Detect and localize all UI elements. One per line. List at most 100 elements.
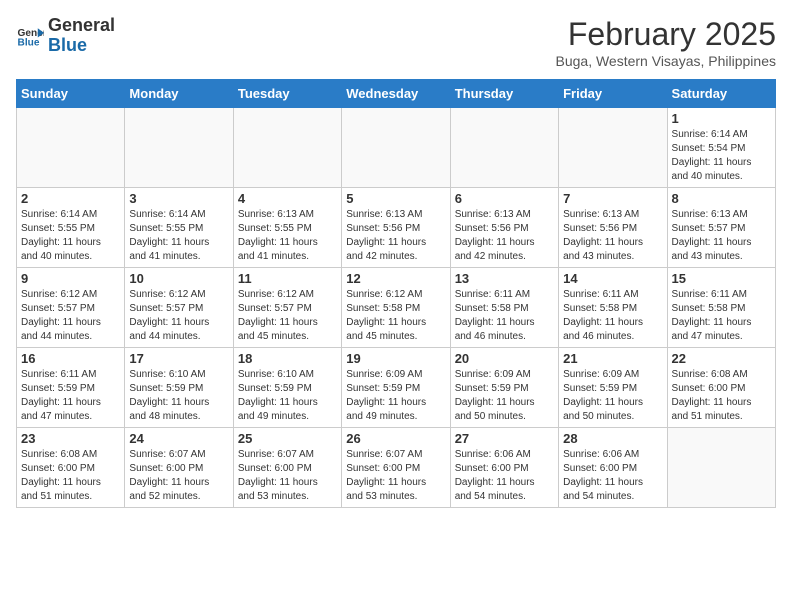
- day-number: 25: [238, 431, 337, 446]
- day-info: Sunrise: 6:11 AM Sunset: 5:58 PM Dayligh…: [563, 288, 662, 344]
- day-info: Sunrise: 6:14 AM Sunset: 5:54 PM Dayligh…: [672, 128, 771, 184]
- weekday-header: Sunday: [17, 80, 125, 108]
- day-info: Sunrise: 6:12 AM Sunset: 5:57 PM Dayligh…: [129, 288, 228, 344]
- calendar-day-cell: 24 Sunrise: 6:07 AM Sunset: 6:00 PM Dayli…: [125, 428, 233, 508]
- svg-text:Blue: Blue: [18, 37, 40, 48]
- day-number: 23: [21, 431, 120, 446]
- day-info: Sunrise: 6:13 AM Sunset: 5:56 PM Dayligh…: [346, 208, 445, 264]
- day-number: 4: [238, 191, 337, 206]
- day-number: 9: [21, 271, 120, 286]
- day-info: Sunrise: 6:12 AM Sunset: 5:58 PM Dayligh…: [346, 288, 445, 344]
- day-number: 6: [455, 191, 554, 206]
- day-info: Sunrise: 6:07 AM Sunset: 6:00 PM Dayligh…: [346, 448, 445, 504]
- day-number: 18: [238, 351, 337, 366]
- calendar-day-cell: 13 Sunrise: 6:11 AM Sunset: 5:58 PM Dayli…: [450, 268, 558, 348]
- logo: General Blue General Blue: [16, 16, 115, 56]
- day-info: Sunrise: 6:12 AM Sunset: 5:57 PM Dayligh…: [238, 288, 337, 344]
- logo-text: General Blue: [48, 16, 115, 56]
- calendar-day-cell: 20 Sunrise: 6:09 AM Sunset: 5:59 PM Dayli…: [450, 348, 558, 428]
- calendar-day-cell: 9 Sunrise: 6:12 AM Sunset: 5:57 PM Daylig…: [17, 268, 125, 348]
- weekday-header: Saturday: [667, 80, 775, 108]
- calendar-header-row: SundayMondayTuesdayWednesdayThursdayFrid…: [17, 80, 776, 108]
- day-info: Sunrise: 6:09 AM Sunset: 5:59 PM Dayligh…: [346, 368, 445, 424]
- day-info: Sunrise: 6:11 AM Sunset: 5:58 PM Dayligh…: [455, 288, 554, 344]
- calendar-day-cell: 18Sunrise: 6:10 AM Sunset: 5:59 PM Dayli…: [233, 348, 341, 428]
- day-info: Sunrise: 6:14 AM Sunset: 5:55 PM Dayligh…: [21, 208, 120, 264]
- calendar-day-cell: 5 Sunrise: 6:13 AM Sunset: 5:56 PM Daylig…: [342, 188, 450, 268]
- day-info: Sunrise: 6:08 AM Sunset: 6:00 PM Dayligh…: [21, 448, 120, 504]
- day-number: 28: [563, 431, 662, 446]
- day-number: 20: [455, 351, 554, 366]
- calendar-day-cell: [233, 108, 341, 188]
- calendar-day-cell: 27 Sunrise: 6:06 AM Sunset: 6:00 PM Dayli…: [450, 428, 558, 508]
- day-number: 7: [563, 191, 662, 206]
- day-info: Sunrise: 6:09 AM Sunset: 5:59 PM Dayligh…: [455, 368, 554, 424]
- day-number: 21: [563, 351, 662, 366]
- day-info: Sunrise: 6:07 AM Sunset: 6:00 PM Dayligh…: [238, 448, 337, 504]
- day-number: 12: [346, 271, 445, 286]
- day-number: 13: [455, 271, 554, 286]
- calendar-day-cell: [667, 428, 775, 508]
- page-header: General Blue General Blue February 2025 …: [16, 16, 776, 69]
- day-number: 5: [346, 191, 445, 206]
- day-number: 27: [455, 431, 554, 446]
- weekday-header: Wednesday: [342, 80, 450, 108]
- logo-blue-text: Blue: [48, 36, 115, 56]
- day-info: Sunrise: 6:07 AM Sunset: 6:00 PM Dayligh…: [129, 448, 228, 504]
- calendar-day-cell: 15 Sunrise: 6:11 AM Sunset: 5:58 PM Dayli…: [667, 268, 775, 348]
- logo-general-text: General: [48, 16, 115, 36]
- calendar-week-row: 2Sunrise: 6:14 AM Sunset: 5:55 PM Daylig…: [17, 188, 776, 268]
- day-info: Sunrise: 6:06 AM Sunset: 6:00 PM Dayligh…: [455, 448, 554, 504]
- day-number: 1: [672, 111, 771, 126]
- calendar-day-cell: 22 Sunrise: 6:08 AM Sunset: 6:00 PM Dayli…: [667, 348, 775, 428]
- calendar-day-cell: [17, 108, 125, 188]
- day-number: 22: [672, 351, 771, 366]
- day-info: Sunrise: 6:13 AM Sunset: 5:56 PM Dayligh…: [563, 208, 662, 264]
- day-info: Sunrise: 6:14 AM Sunset: 5:55 PM Dayligh…: [129, 208, 228, 264]
- calendar-day-cell: 28 Sunrise: 6:06 AM Sunset: 6:00 PM Dayli…: [559, 428, 667, 508]
- day-info: Sunrise: 6:11 AM Sunset: 5:58 PM Dayligh…: [672, 288, 771, 344]
- calendar-day-cell: 1 Sunrise: 6:14 AM Sunset: 5:54 PM Daylig…: [667, 108, 775, 188]
- weekday-header: Friday: [559, 80, 667, 108]
- calendar-week-row: 1 Sunrise: 6:14 AM Sunset: 5:54 PM Daylig…: [17, 108, 776, 188]
- calendar-day-cell: 16Sunrise: 6:11 AM Sunset: 5:59 PM Dayli…: [17, 348, 125, 428]
- calendar-day-cell: 8 Sunrise: 6:13 AM Sunset: 5:57 PM Daylig…: [667, 188, 775, 268]
- day-info: Sunrise: 6:13 AM Sunset: 5:55 PM Dayligh…: [238, 208, 337, 264]
- calendar-day-cell: 14 Sunrise: 6:11 AM Sunset: 5:58 PM Dayli…: [559, 268, 667, 348]
- day-number: 11: [238, 271, 337, 286]
- calendar-day-cell: 2Sunrise: 6:14 AM Sunset: 5:55 PM Daylig…: [17, 188, 125, 268]
- day-number: 17: [129, 351, 228, 366]
- day-info: Sunrise: 6:10 AM Sunset: 5:59 PM Dayligh…: [129, 368, 228, 424]
- calendar-week-row: 16Sunrise: 6:11 AM Sunset: 5:59 PM Dayli…: [17, 348, 776, 428]
- day-number: 10: [129, 271, 228, 286]
- title-area: February 2025 Buga, Western Visayas, Phi…: [556, 16, 777, 69]
- calendar-day-cell: [125, 108, 233, 188]
- calendar-day-cell: 19Sunrise: 6:09 AM Sunset: 5:59 PM Dayli…: [342, 348, 450, 428]
- calendar-day-cell: 17 Sunrise: 6:10 AM Sunset: 5:59 PM Dayli…: [125, 348, 233, 428]
- day-number: 26: [346, 431, 445, 446]
- calendar-day-cell: 7 Sunrise: 6:13 AM Sunset: 5:56 PM Daylig…: [559, 188, 667, 268]
- day-info: Sunrise: 6:11 AM Sunset: 5:59 PM Dayligh…: [21, 368, 120, 424]
- month-year-title: February 2025: [556, 16, 777, 53]
- day-number: 8: [672, 191, 771, 206]
- calendar-day-cell: [559, 108, 667, 188]
- logo-icon: General Blue: [16, 22, 44, 50]
- weekday-header: Monday: [125, 80, 233, 108]
- day-info: Sunrise: 6:06 AM Sunset: 6:00 PM Dayligh…: [563, 448, 662, 504]
- day-number: 15: [672, 271, 771, 286]
- calendar-day-cell: 10 Sunrise: 6:12 AM Sunset: 5:57 PM Dayli…: [125, 268, 233, 348]
- location-subtitle: Buga, Western Visayas, Philippines: [556, 53, 777, 69]
- day-number: 24: [129, 431, 228, 446]
- day-info: Sunrise: 6:13 AM Sunset: 5:56 PM Dayligh…: [455, 208, 554, 264]
- calendar-week-row: 9 Sunrise: 6:12 AM Sunset: 5:57 PM Daylig…: [17, 268, 776, 348]
- calendar-day-cell: 4 Sunrise: 6:13 AM Sunset: 5:55 PM Daylig…: [233, 188, 341, 268]
- calendar-day-cell: 26 Sunrise: 6:07 AM Sunset: 6:00 PM Dayli…: [342, 428, 450, 508]
- day-number: 14: [563, 271, 662, 286]
- day-info: Sunrise: 6:12 AM Sunset: 5:57 PM Dayligh…: [21, 288, 120, 344]
- calendar-day-cell: 12 Sunrise: 6:12 AM Sunset: 5:58 PM Dayli…: [342, 268, 450, 348]
- day-info: Sunrise: 6:08 AM Sunset: 6:00 PM Dayligh…: [672, 368, 771, 424]
- weekday-header: Thursday: [450, 80, 558, 108]
- calendar-day-cell: 23 Sunrise: 6:08 AM Sunset: 6:00 PM Dayli…: [17, 428, 125, 508]
- calendar-day-cell: 3Sunrise: 6:14 AM Sunset: 5:55 PM Daylig…: [125, 188, 233, 268]
- day-info: Sunrise: 6:13 AM Sunset: 5:57 PM Dayligh…: [672, 208, 771, 264]
